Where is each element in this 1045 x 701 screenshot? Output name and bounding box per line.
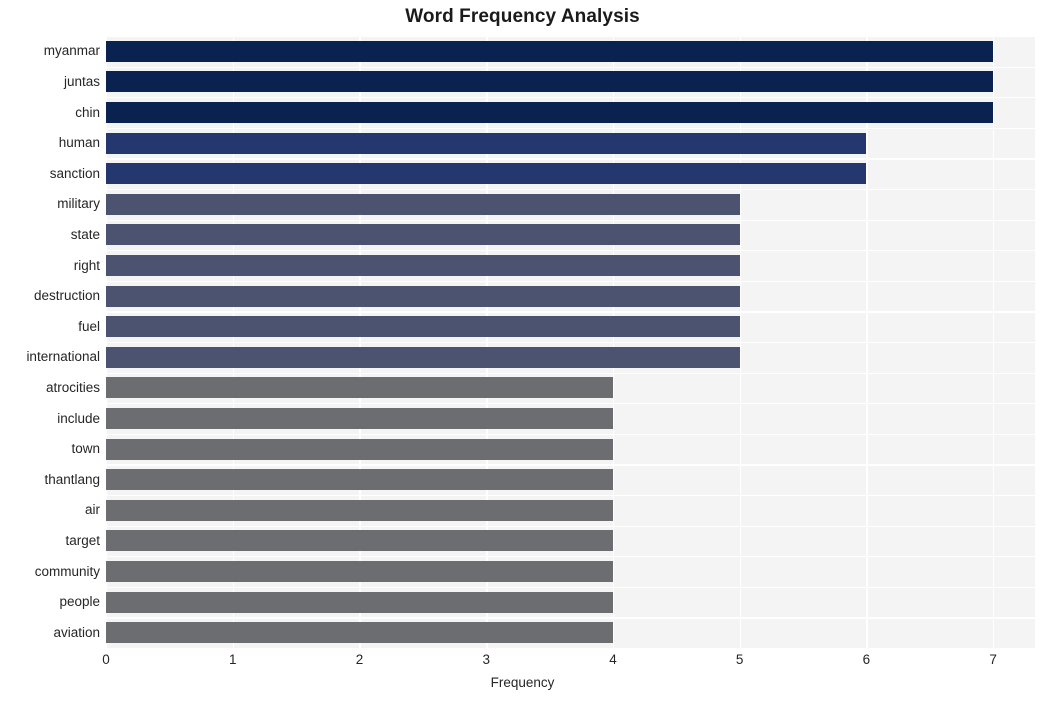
y-tick-label: state [70,226,100,242]
y-tick-label: atrocities [45,379,100,395]
bar [106,591,613,613]
y-tick-label: target [65,532,100,548]
horizontal-gridline [106,403,1035,405]
y-tick-label: right [73,257,100,273]
y-tick-label: chin [75,104,100,120]
x-axis-tick-labels: 0 1 2 3 4 5 6 7 [0,652,1045,676]
y-tick-label: destruction [33,288,100,304]
bar [106,193,740,215]
chart-title: Word Frequency Analysis [405,6,640,27]
horizontal-gridline [106,617,1035,619]
x-tick-label: 5 [735,652,744,667]
horizontal-gridline [106,127,1035,130]
y-tick-label: thantlang [44,471,100,487]
horizontal-gridline [106,158,1035,160]
horizontal-gridline [106,311,1035,313]
horizontal-gridline [106,342,1035,344]
horizontal-gridline [106,372,1035,374]
y-tick-label: include [57,410,100,426]
horizontal-gridline [106,433,1035,436]
horizontal-gridline [106,586,1035,589]
bar [106,285,740,307]
y-tick-label: town [71,441,100,457]
horizontal-gridline [106,556,1035,558]
y-tick-label: people [59,594,100,610]
horizontal-gridline [106,495,1035,497]
horizontal-gridline [106,280,1035,283]
bar [106,469,613,491]
horizontal-gridline [106,36,1035,38]
x-tick-label: 3 [482,652,490,667]
y-axis-tick-labels: myanmar juntas chin human sanction military st… [0,36,100,648]
x-tick-label: 6 [862,652,871,667]
y-tick-label: aviation [53,624,100,640]
horizontal-gridline [106,250,1035,252]
horizontal-gridline [106,219,1035,221]
bar [106,71,994,93]
y-tick-label: myanmar [43,43,100,59]
bar [106,163,867,185]
chart-figure: Word Frequency Analysis myanmar juntas chi… [0,0,1045,701]
y-tick-label: juntas [63,73,100,89]
bar [106,346,740,368]
bar [106,102,994,123]
x-axis-title: Frequency [490,675,555,690]
horizontal-gridline [106,97,1035,99]
y-tick-label: human [58,135,100,151]
y-tick-label: air [84,502,100,518]
bar [106,377,613,399]
plot-area [106,36,1035,648]
bar [106,132,867,154]
x-tick-label: 1 [228,652,237,667]
y-tick-label: sanction [49,165,100,181]
horizontal-gridline [106,189,1035,191]
bar [106,438,613,460]
x-tick-label: 7 [989,652,997,667]
bar [106,499,613,521]
horizontal-gridline [106,464,1035,466]
x-tick-label: 2 [355,652,364,667]
bar [106,530,613,552]
bar [106,40,994,62]
y-tick-label: international [26,349,100,365]
horizontal-gridline [106,66,1035,68]
y-tick-label: community [34,563,100,579]
bar [106,408,613,429]
x-tick-label: 4 [609,652,617,667]
bar [106,224,740,246]
bar [106,561,613,582]
bar [106,622,613,644]
bar [106,316,740,338]
x-tick-label: 0 [102,652,110,667]
y-tick-label: military [57,196,100,212]
y-tick-label: fuel [78,318,100,334]
bar [106,255,740,276]
horizontal-gridline [106,525,1035,527]
